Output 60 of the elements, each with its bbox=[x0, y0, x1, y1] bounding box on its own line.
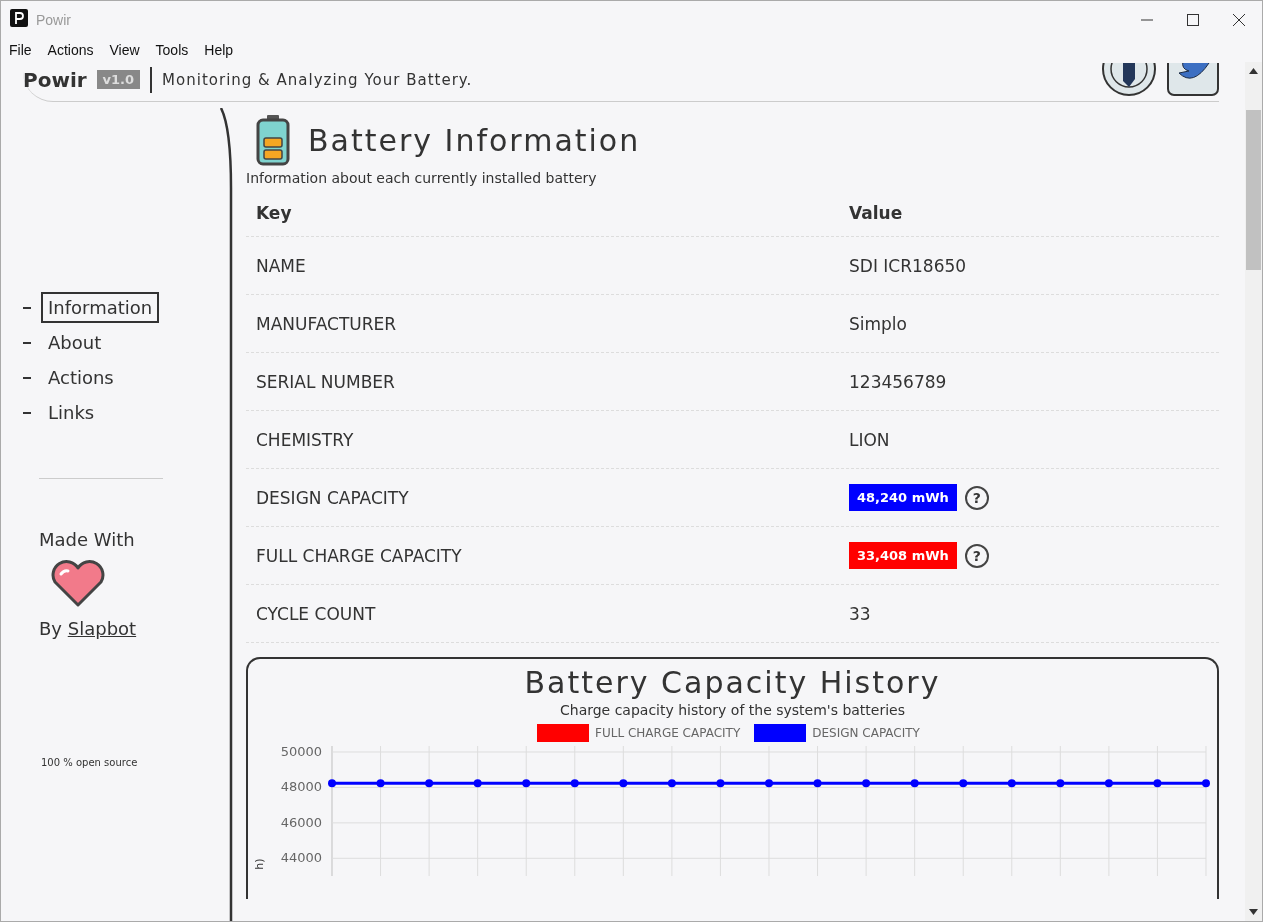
help-button[interactable]: ? bbox=[964, 485, 989, 510]
table-cell: FULL CHARGE CAPACITY bbox=[256, 545, 462, 566]
app-name: Powir bbox=[23, 67, 87, 92]
table-cell: LION bbox=[849, 429, 890, 450]
menu-item[interactable]: File bbox=[9, 42, 32, 58]
tick-label: 50000 bbox=[280, 744, 322, 759]
table-cell: DESIGN CAPACITY bbox=[256, 487, 409, 508]
author-link[interactable]: Slapbot bbox=[67, 618, 137, 639]
maximize-icon[interactable] bbox=[1187, 13, 1199, 26]
table-cell: Simplo bbox=[849, 313, 907, 334]
close-icon[interactable] bbox=[1233, 13, 1245, 26]
table-cell: CYCLE COUNT bbox=[256, 603, 376, 624]
legend-swatch[interactable] bbox=[754, 724, 807, 742]
dash-icon bbox=[23, 341, 31, 344]
chart-subtitle: Charge capacity history of the system's batteries bbox=[559, 702, 906, 718]
menu-item[interactable]: Tools bbox=[155, 42, 189, 58]
column-header: Key bbox=[256, 203, 292, 223]
legend-swatch[interactable] bbox=[537, 724, 590, 742]
axis-title: h) bbox=[252, 857, 267, 872]
nav-item[interactable]: About bbox=[41, 327, 109, 358]
capacity-badge: 48,240 mWh bbox=[849, 484, 957, 511]
legend-label[interactable]: DESIGN CAPACITY bbox=[812, 726, 920, 740]
table-cell: MANUFACTURER bbox=[256, 313, 397, 334]
table-cell: SERIAL NUMBER bbox=[256, 371, 395, 392]
chart-title: Battery Capacity History bbox=[523, 665, 942, 700]
section-title: Battery Information bbox=[308, 122, 641, 158]
nav-item[interactable]: Links bbox=[41, 397, 102, 428]
by-label: By bbox=[39, 618, 62, 639]
globe-icon[interactable] bbox=[1101, 62, 1157, 97]
section-subtitle: Information about each currently installed battery bbox=[246, 170, 598, 186]
minimize-icon[interactable] bbox=[1141, 18, 1153, 21]
bird-icon[interactable] bbox=[1167, 62, 1219, 97]
scrollbar-thumb[interactable] bbox=[1246, 110, 1261, 270]
menu-item[interactable]: View bbox=[109, 42, 140, 58]
table-cell: 123456789 bbox=[849, 371, 947, 392]
tick-label: 46000 bbox=[280, 814, 322, 830]
dash-icon bbox=[23, 306, 31, 309]
help-button[interactable]: ? bbox=[964, 543, 989, 568]
tagline: Monitoring & Analyzing Your Battery. bbox=[162, 70, 473, 89]
nav-item[interactable]: Information bbox=[41, 292, 160, 323]
menu-item[interactable]: Actions bbox=[47, 42, 94, 58]
version-badge: v1.0 bbox=[96, 70, 141, 89]
made-with-label: Made With bbox=[39, 529, 136, 550]
nav-item[interactable]: Actions bbox=[41, 362, 121, 393]
tick-label: 44000 bbox=[280, 850, 322, 866]
table-cell: NAME bbox=[256, 255, 306, 276]
table-cell: CHEMISTRY bbox=[256, 429, 354, 450]
dash-icon bbox=[23, 376, 31, 379]
menu-item[interactable]: Help bbox=[204, 42, 234, 58]
table-cell: SDI ICR18650 bbox=[849, 255, 967, 276]
battery-icon bbox=[256, 114, 290, 166]
column-header: Value bbox=[849, 203, 903, 223]
footer-text: 100 % open source bbox=[41, 757, 139, 768]
legend-label[interactable]: FULL CHARGE CAPACITY bbox=[595, 726, 741, 740]
heart-icon bbox=[49, 560, 107, 608]
window-title: Powir bbox=[36, 11, 71, 28]
tick-label: 48000 bbox=[280, 779, 322, 795]
table-cell: 33 bbox=[849, 603, 871, 624]
dash-icon bbox=[23, 411, 31, 414]
capacity-badge: 33,408 mWh bbox=[849, 542, 957, 569]
